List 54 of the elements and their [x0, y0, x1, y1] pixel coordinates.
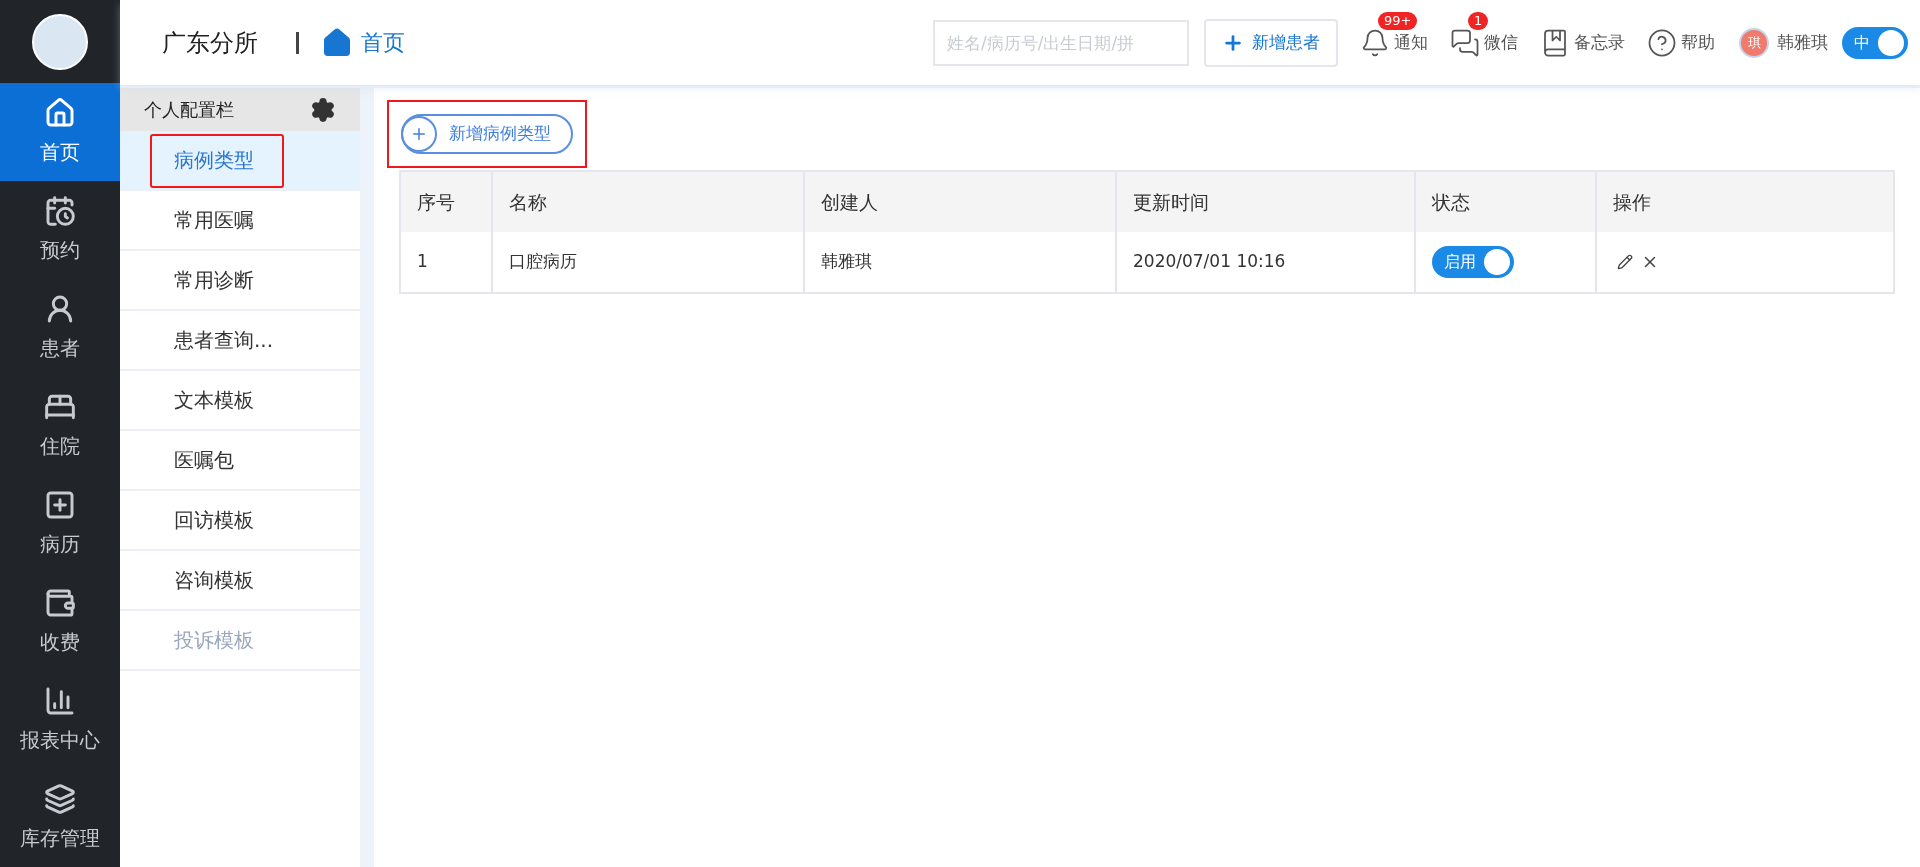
sidebar-item[interactable]: 常用诊断: [120, 251, 360, 311]
count-badge: 99+: [1378, 11, 1418, 30]
bar-chart-icon: [44, 685, 76, 717]
column-header: 状态: [1416, 172, 1597, 232]
nav-item[interactable]: 报表中心: [0, 671, 120, 769]
toolbar-item[interactable]: 通知: [1360, 27, 1428, 58]
language-toggle[interactable]: 中: [1842, 26, 1908, 59]
sidebar-item[interactable]: 咨询模板: [120, 551, 360, 611]
user-name: 韩雅琪: [1777, 30, 1828, 54]
table-cell: 韩雅琪: [805, 232, 1117, 292]
column-header: 更新时间: [1117, 172, 1416, 232]
table-cell: 2020/07/01 10:16: [1117, 232, 1416, 292]
toolbar-item[interactable]: 微信: [1450, 27, 1518, 58]
status-toggle[interactable]: 启用: [1432, 246, 1514, 278]
nav-item[interactable]: 住院: [0, 377, 120, 475]
plus-square-icon: [44, 489, 76, 521]
sidebar-item[interactable]: 文本模板: [120, 371, 360, 431]
plus-icon: [410, 125, 428, 143]
sidebar-item[interactable]: 患者查询...: [120, 311, 360, 371]
table-cell: 口腔病历: [493, 232, 805, 292]
layers-icon: [44, 783, 76, 815]
nav-item[interactable]: 首页: [0, 83, 120, 181]
wallet-icon: [44, 587, 76, 619]
column-header: 序号: [401, 172, 493, 232]
table-cell: 1: [401, 232, 493, 292]
nav-item[interactable]: 病历: [0, 475, 120, 573]
breadcrumb-link[interactable]: 首页: [321, 26, 405, 59]
column-header: 创建人: [805, 172, 1117, 232]
sidebar-title: 个人配置栏: [144, 98, 234, 122]
sidebar-item[interactable]: 医嘱包: [120, 431, 360, 491]
avatar-photo-placeholder: [32, 13, 88, 70]
edit-icon[interactable]: [1617, 254, 1633, 270]
notification-bell-icon: [1360, 27, 1390, 58]
nav-item[interactable]: 库存管理: [0, 769, 120, 867]
column-header: 操作: [1612, 189, 1652, 215]
nav-item[interactable]: 患者: [0, 279, 120, 377]
help-icon: [1647, 27, 1677, 58]
nav-item[interactable]: 预约: [0, 181, 120, 279]
sidebar-item[interactable]: 回访模板: [120, 491, 360, 551]
add-patient-button[interactable]: 新增患者: [1204, 18, 1338, 67]
calendar-clock-icon: [44, 195, 76, 227]
user-avatar: 琪: [1739, 27, 1769, 58]
clinic-name: 广东分所: [162, 27, 258, 59]
chat-bubbles-icon: [1450, 27, 1480, 58]
home-icon: [321, 26, 353, 59]
toolbar-item[interactable]: 备忘录: [1540, 27, 1625, 58]
sidebar-item[interactable]: 常用医嘱: [120, 191, 360, 251]
column-header: 名称: [493, 172, 805, 232]
sidebar-item[interactable]: 病例类型: [120, 131, 360, 191]
home-icon: [44, 97, 76, 129]
nav-item[interactable]: 收费: [0, 573, 120, 671]
toolbar-item[interactable]: 帮助: [1647, 27, 1715, 58]
count-badge: 1: [1468, 11, 1489, 30]
add-case-type-button[interactable]: 新增病例类型: [401, 114, 573, 154]
